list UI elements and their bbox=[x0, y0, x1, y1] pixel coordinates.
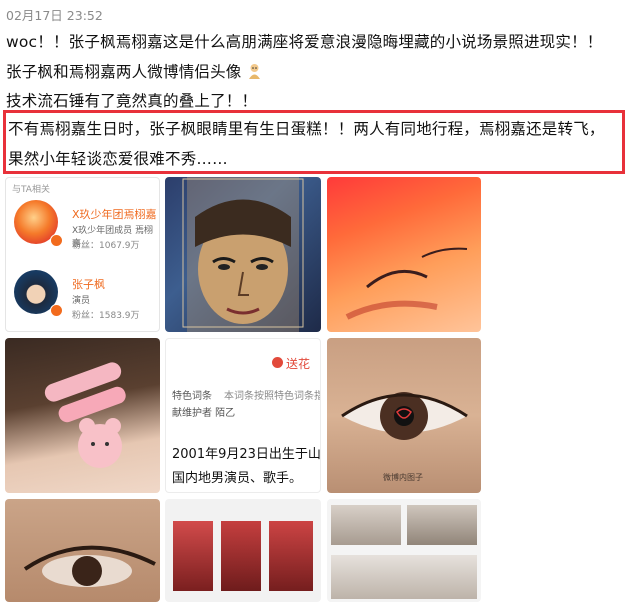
image-related-card[interactable]: 与TA相关 X玖少年团焉栩嘉 X玖少年团成员 焉栩嘉 粉丝：1067.9万 张子… bbox=[5, 177, 160, 332]
collage-photo bbox=[407, 505, 477, 545]
baike-header-desc: 本词条按照特色词条指南 bbox=[224, 391, 320, 402]
post-text-line-1: woc！！张子枫焉栩嘉这是什么高朋满座将爱意浪漫隐晦埋藏的小说场景照进现实！！ bbox=[6, 33, 603, 51]
baike-flower-icon bbox=[272, 357, 283, 368]
collage-photo bbox=[331, 555, 477, 599]
baike-header-left: 特色词条 bbox=[172, 391, 212, 402]
user-desc: 演员 bbox=[72, 296, 91, 306]
hairclip-drawing bbox=[44, 362, 126, 468]
baike-bio-line-2: 国内地男演员、歌手。 bbox=[172, 471, 303, 486]
user-fans-count: 1583.9万 bbox=[99, 311, 140, 321]
verified-badge-icon bbox=[50, 234, 63, 247]
user-fans-count: 1067.9万 bbox=[99, 241, 140, 251]
image-eye-second[interactable] bbox=[5, 499, 160, 602]
image-screenshot-collage[interactable] bbox=[327, 499, 481, 602]
image-painting-abstract[interactable] bbox=[327, 177, 481, 332]
eye-second-drawing bbox=[23, 545, 156, 587]
user-fans: 粉丝：1583.9万 bbox=[72, 308, 140, 321]
painting-abstract-drawing bbox=[345, 247, 468, 320]
image-event-photos[interactable] bbox=[165, 499, 321, 602]
emoji-icon bbox=[248, 64, 260, 79]
image-eye-closeup[interactable]: 微博内图子 bbox=[327, 338, 481, 493]
collage-photo bbox=[331, 505, 401, 545]
baike-bio-line-1: 2001年9月23日出生于山 bbox=[172, 447, 321, 462]
user-fans-label: 粉丝： bbox=[72, 311, 100, 321]
post-text-line-3: 技术流石锤有了竟然真的叠上了！！ bbox=[6, 92, 258, 110]
painting-face-drawing bbox=[182, 177, 304, 332]
image-hairclip[interactable] bbox=[5, 338, 160, 493]
highlight-box bbox=[3, 110, 625, 174]
baike-brand: 送花 bbox=[286, 357, 311, 371]
image-baike[interactable]: 送花 特色词条 本词条按照特色词条指南 献维护者 陌乙 2001年9月23日出生… bbox=[165, 338, 321, 493]
user-fans: 粉丝：1067.9万 bbox=[72, 238, 140, 251]
baike-maintainer: 献维护者 陌乙 bbox=[172, 408, 236, 419]
user-name[interactable]: 张子枫 bbox=[72, 276, 105, 292]
user-name[interactable]: X玖少年团焉栩嘉 bbox=[72, 206, 157, 222]
event-photo bbox=[173, 521, 213, 591]
post-text-line-2: 张子枫和焉栩嘉两人微博情侣头像 bbox=[6, 60, 262, 82]
post-timestamp: 02月17日 23:52 bbox=[6, 8, 103, 23]
eye-drawing bbox=[341, 392, 468, 440]
related-card-title: 与TA相关 bbox=[12, 185, 50, 195]
user-fans-label: 粉丝： bbox=[72, 241, 100, 251]
event-photo bbox=[269, 521, 313, 591]
verified-badge-icon bbox=[50, 304, 63, 317]
post-text-line-2-text: 张子枫和焉栩嘉两人微博情侣头像 bbox=[6, 63, 242, 81]
image-painting-face[interactable] bbox=[165, 177, 321, 332]
eye-caption: 微博内图子 bbox=[383, 473, 423, 482]
event-photo bbox=[221, 521, 261, 591]
